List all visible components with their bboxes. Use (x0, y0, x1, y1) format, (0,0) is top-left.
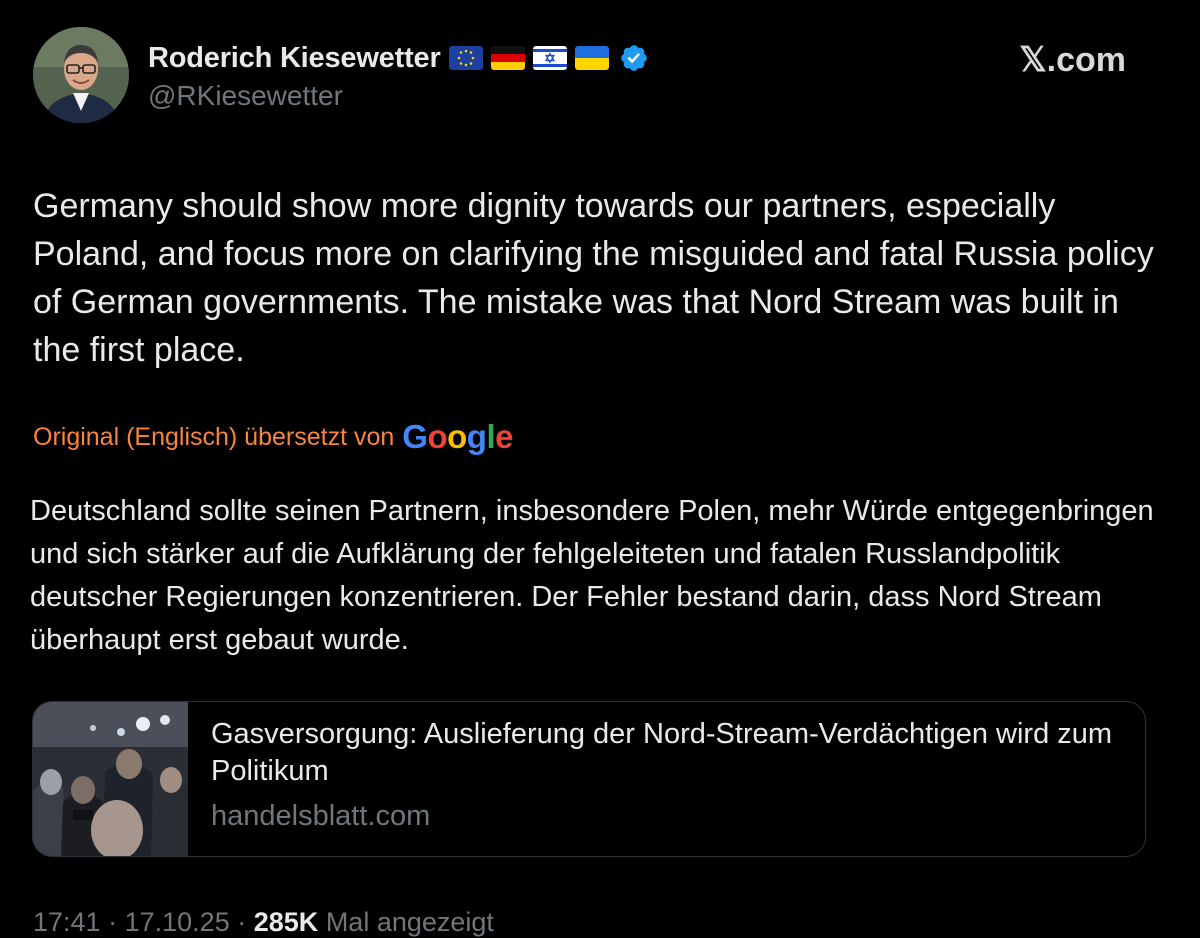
author-name-row: Roderich Kiesewetter (148, 38, 649, 78)
google-logo: Google (402, 418, 513, 455)
eu-flag-icon (448, 46, 483, 70)
israel-flag-icon (532, 46, 567, 70)
tweet-time[interactable]: 17:41 (33, 907, 101, 937)
avatar[interactable] (33, 27, 129, 123)
translation-label: Original (Englisch) übersetzt von (33, 422, 395, 451)
verified-badge-icon (620, 45, 647, 71)
link-card-domain: handelsblatt.com (211, 800, 431, 832)
tweet-meta: 17:41 · 17.10.25 · 285K Mal angezeigt (33, 907, 494, 938)
tweet-text: Germany should show more dignity towards… (33, 187, 1154, 369)
author-display-name[interactable]: Roderich Kiesewetter (148, 42, 441, 75)
link-card-thumbnail (33, 702, 188, 856)
tweet-date[interactable]: 17.10.25 (125, 907, 230, 937)
meta-separator: · (108, 907, 118, 937)
ukraine-flag-icon (574, 46, 609, 70)
view-count: 285K (253, 907, 319, 937)
link-card-title[interactable]: Gasversorgung: Auslieferung der Nord-Str… (211, 716, 1131, 790)
author-handle[interactable]: @RKiesewetter (148, 80, 343, 112)
germany-flag-icon (490, 46, 525, 70)
meta-separator: · (237, 907, 247, 937)
x-com-watermark: 𝕏.com (1019, 41, 1126, 79)
translated-text: Deutschland sollte seinen Partnern, insb… (30, 495, 1154, 656)
translation-attribution: Original (Englisch) übersetzt von Google (33, 418, 513, 456)
view-count-label: Mal angezeigt (325, 907, 494, 937)
link-card[interactable]: Gasversorgung: Auslieferung der Nord-Str… (32, 701, 1146, 857)
